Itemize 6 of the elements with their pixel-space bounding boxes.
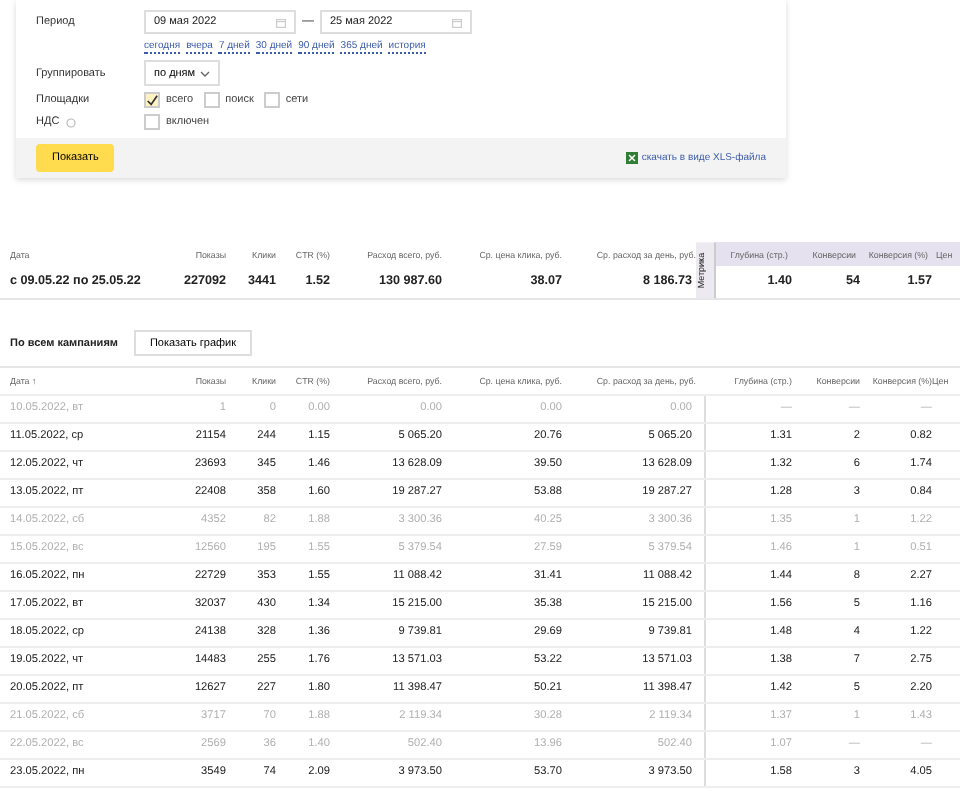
chevron-icon — [199, 69, 210, 77]
calendar-icon[interactable] — [452, 17, 462, 27]
calendar-icon[interactable] — [276, 17, 286, 27]
help-icon[interactable] — [65, 117, 76, 127]
spreadsheet-icon — [625, 152, 638, 164]
checkbox[interactable] — [144, 92, 160, 108]
